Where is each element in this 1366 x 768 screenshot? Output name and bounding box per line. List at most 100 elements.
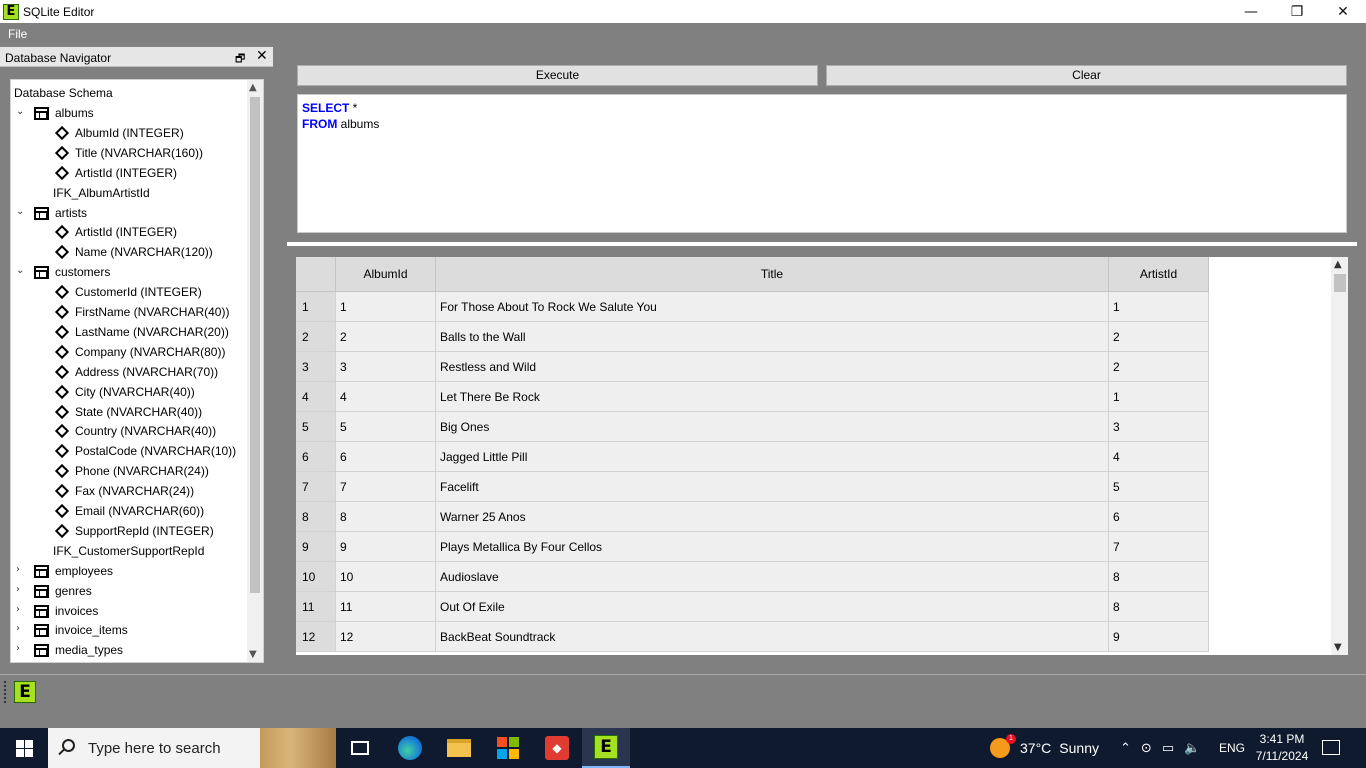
scroll-up-icon[interactable]: ▲ (1334, 259, 1342, 270)
title-cell[interactable]: Jagged Little Pill (436, 442, 1109, 472)
tree-item-table[interactable]: › employees (11, 561, 247, 581)
menu-file[interactable]: File (8, 27, 27, 41)
toolbar-grip[interactable] (4, 681, 7, 703)
title-cell[interactable]: For Those About To Rock We Salute You (436, 292, 1109, 322)
artistid-cell[interactable]: 1 (1109, 292, 1209, 322)
schema-tree[interactable]: Database Schema ⌄ albums AlbumId (INTEGER)… (10, 79, 264, 663)
tree-item-column[interactable]: Fax (NVARCHAR(24)) (11, 481, 247, 501)
taskbar-sqlite-editor[interactable]: E (582, 728, 630, 768)
tree-item-column[interactable]: ArtistId (INTEGER) (11, 222, 247, 242)
tree-item-column[interactable]: Company (NVARCHAR(80)) (11, 342, 247, 362)
float-panel-icon[interactable]: 🗗 (235, 50, 245, 69)
taskbar-store[interactable] (484, 728, 532, 768)
title-cell[interactable]: Let There Be Rock (436, 382, 1109, 412)
artistid-cell[interactable]: 2 (1109, 322, 1209, 352)
column-header-artistid[interactable]: ArtistId (1109, 257, 1209, 292)
tree-item-column[interactable]: AlbumId (INTEGER) (11, 123, 247, 143)
tree-item-column[interactable]: LastName (NVARCHAR(20)) (11, 322, 247, 342)
title-cell[interactable]: Restless and Wild (436, 352, 1109, 382)
tree-scrollbar[interactable]: ▲ ▼ (247, 80, 263, 662)
row-number-cell[interactable]: 10 (296, 562, 336, 592)
network-icon[interactable]: ▭ (1162, 741, 1174, 756)
column-header-title[interactable]: Title (436, 257, 1109, 292)
title-cell[interactable]: Facelift (436, 472, 1109, 502)
tree-item-column[interactable]: ArtistId (INTEGER) (11, 163, 247, 183)
scroll-thumb[interactable] (250, 97, 260, 593)
tree-item-index[interactable]: IFK_AlbumArtistId (11, 183, 247, 203)
collapse-icon[interactable]: ⌄ (16, 265, 26, 277)
scroll-down-icon[interactable]: ▼ (1334, 642, 1342, 653)
start-button[interactable] (0, 728, 48, 768)
row-number-cell[interactable]: 4 (296, 382, 336, 412)
row-number-cell[interactable]: 5 (296, 412, 336, 442)
row-number-cell[interactable]: 6 (296, 442, 336, 472)
title-cell[interactable]: Balls to the Wall (436, 322, 1109, 352)
artistid-cell[interactable]: 9 (1109, 622, 1209, 652)
weather-widget[interactable]: 1 37°C Sunny (990, 728, 1099, 768)
albumid-cell[interactable]: 4 (336, 382, 436, 412)
column-header-albumid[interactable]: AlbumId (336, 257, 436, 292)
expand-icon[interactable]: › (16, 584, 26, 596)
results-grid[interactable]: AlbumId Title ArtistId 1 1 For Those About… (296, 257, 1348, 655)
tree-item-table[interactable]: ⌄ albums (11, 103, 247, 123)
expand-icon[interactable]: › (16, 623, 26, 635)
row-number-cell[interactable]: 7 (296, 472, 336, 502)
title-cell[interactable]: BackBeat Soundtrack (436, 622, 1109, 652)
restore-button[interactable]: ❐ (1274, 0, 1320, 23)
artistid-cell[interactable]: 8 (1109, 592, 1209, 622)
volume-icon[interactable]: 🔈 (1184, 741, 1200, 756)
meet-now-icon[interactable]: ⊙ (1141, 741, 1152, 756)
splitter[interactable] (287, 242, 1357, 246)
tree-item-table[interactable]: ⌄ customers (11, 262, 247, 282)
tree-item-table[interactable]: › genres (11, 581, 247, 601)
scroll-up-icon[interactable]: ▲ (249, 82, 257, 93)
row-number-cell[interactable]: 3 (296, 352, 336, 382)
albumid-cell[interactable]: 12 (336, 622, 436, 652)
row-number-cell[interactable]: 1 (296, 292, 336, 322)
tree-item-column[interactable]: Email (NVARCHAR(60)) (11, 501, 247, 521)
tree-item-column[interactable]: Address (NVARCHAR(70)) (11, 362, 247, 382)
title-cell[interactable]: Big Ones (436, 412, 1109, 442)
artistid-cell[interactable]: 5 (1109, 472, 1209, 502)
tree-item-table[interactable]: › invoice_items (11, 620, 247, 640)
scroll-thumb[interactable] (1334, 274, 1346, 292)
expand-icon[interactable]: › (16, 604, 26, 616)
row-number-cell[interactable]: 8 (296, 502, 336, 532)
clear-button[interactable]: Clear (826, 65, 1347, 86)
albumid-cell[interactable]: 10 (336, 562, 436, 592)
taskbar-edge[interactable] (386, 728, 434, 768)
albumid-cell[interactable]: 9 (336, 532, 436, 562)
tree-item-column[interactable]: Title (NVARCHAR(160)) (11, 143, 247, 163)
expand-icon[interactable]: › (16, 643, 26, 655)
app-logo-icon[interactable]: E (14, 681, 36, 703)
scroll-down-icon[interactable]: ▼ (249, 649, 257, 660)
sql-editor[interactable]: SELECT * FROM albums (297, 94, 1347, 233)
language-indicator[interactable]: ENG (1219, 741, 1245, 755)
row-number-cell[interactable]: 12 (296, 622, 336, 652)
tree-item-column[interactable]: City (NVARCHAR(40)) (11, 382, 247, 402)
artistid-cell[interactable]: 8 (1109, 562, 1209, 592)
albumid-cell[interactable]: 6 (336, 442, 436, 472)
tree-item-column[interactable]: FirstName (NVARCHAR(40)) (11, 302, 247, 322)
tree-item-column[interactable]: Name (NVARCHAR(120)) (11, 242, 247, 262)
row-number-cell[interactable]: 2 (296, 322, 336, 352)
albumid-cell[interactable]: 2 (336, 322, 436, 352)
grid-scrollbar[interactable]: ▲ ▼ (1331, 257, 1348, 655)
artistid-cell[interactable]: 3 (1109, 412, 1209, 442)
execute-button[interactable]: Execute (297, 65, 818, 86)
albumid-cell[interactable]: 3 (336, 352, 436, 382)
close-panel-icon[interactable]: ✕ (256, 48, 268, 64)
collapse-icon[interactable]: ⌄ (16, 206, 26, 218)
title-cell[interactable]: Plays Metallica By Four Cellos (436, 532, 1109, 562)
artistid-cell[interactable]: 7 (1109, 532, 1209, 562)
tree-item-column[interactable]: CustomerId (INTEGER) (11, 282, 247, 302)
title-cell[interactable]: Audioslave (436, 562, 1109, 592)
collapse-icon[interactable]: ⌄ (16, 106, 26, 118)
artistid-cell[interactable]: 1 (1109, 382, 1209, 412)
albumid-cell[interactable]: 5 (336, 412, 436, 442)
clock[interactable]: 3:41 PM 7/11/2024 (1254, 731, 1310, 765)
task-view-button[interactable] (336, 728, 384, 768)
artistid-cell[interactable]: 4 (1109, 442, 1209, 472)
tree-item-column[interactable]: SupportRepId (INTEGER) (11, 521, 247, 541)
grid-corner[interactable] (296, 257, 336, 292)
